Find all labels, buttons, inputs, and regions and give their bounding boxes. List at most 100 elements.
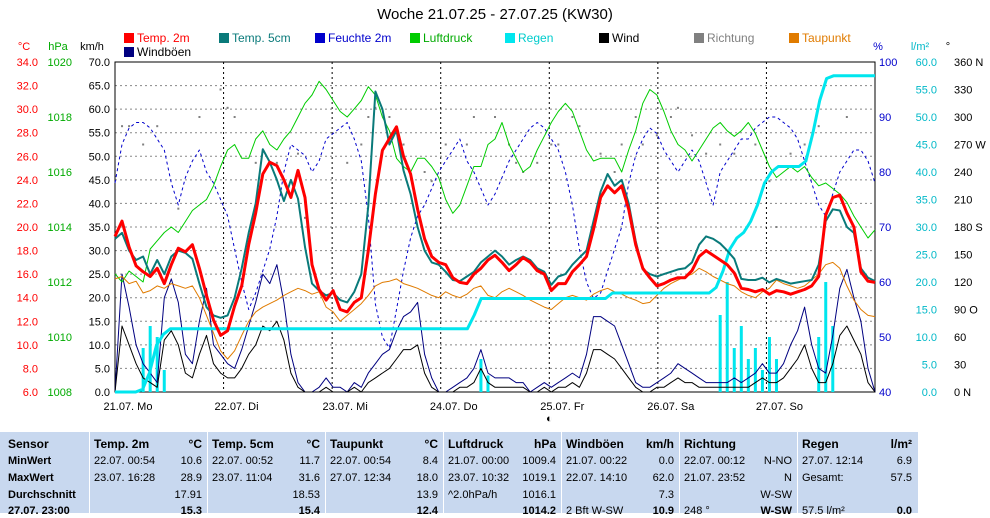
tick-label-rain: 50.0 — [916, 112, 937, 124]
tick-label-humidity: 80 — [879, 167, 891, 179]
tick-label-humidity: 100 — [879, 57, 897, 69]
tick-label-wind: 25.0 — [89, 269, 110, 281]
x-tick-label: 24.07. Do — [430, 401, 478, 413]
tick-label-wind: 20.0 — [89, 293, 110, 305]
rain-bar — [824, 282, 828, 392]
stats-cell-row: 15.3 — [180, 505, 202, 517]
direction-point — [472, 116, 475, 118]
tick-label-humidity: 60 — [879, 277, 891, 289]
direction-point — [571, 116, 574, 118]
stats-column: Richtung 22.07. 00:12 N-NO 21.07. 23:52 N W-S… — [680, 432, 798, 517]
tick-label-rain: 5.0 — [922, 360, 937, 372]
tick-label-wind: 55.0 — [89, 128, 110, 140]
stats-cell-row: 18.53 — [292, 489, 320, 501]
series-temp-2m — [113, 125, 876, 337]
direction-point — [655, 134, 658, 137]
tick-label-rain: 0.0 — [922, 387, 937, 399]
stats-table: Sensor MinWert MaxWert Durchschnitt 27.07. 2… — [0, 432, 918, 517]
tick-label-direction: 150 — [954, 250, 972, 262]
direction-point — [669, 116, 672, 118]
stats-cell-row: Windböen km/h — [566, 437, 674, 451]
direction-point — [733, 152, 736, 155]
stats-cell-row: 1014.2 — [522, 505, 556, 517]
tick-label-wind: 30.0 — [89, 246, 110, 258]
direction-point — [536, 161, 539, 164]
moon-phase-icon: ◐ — [546, 413, 553, 425]
tick-label-pressure: 1008 — [48, 387, 72, 399]
tick-label-humidity: 90 — [879, 112, 891, 124]
tick-label-temp: 26.0 — [17, 151, 38, 163]
stats-cell-row: 12.4 — [416, 505, 438, 517]
row-label: 27.07. 23:00 — [8, 505, 70, 517]
tick-label-temp: 18.0 — [17, 246, 38, 258]
stats-cell-row: 22.07. 00:12 N-NO — [684, 455, 792, 467]
stats-cell-row: 21.07. 00:00 1009.4 — [448, 455, 556, 467]
tick-label-pressure: 1010 — [48, 332, 72, 344]
tick-label-wind: 65.0 — [89, 81, 110, 93]
stats-cell-row: Regen l/m² — [802, 437, 912, 451]
x-tick-label: 25.07. Fr — [540, 401, 584, 413]
tick-label-temp: 20.0 — [17, 222, 38, 234]
direction-point — [128, 125, 131, 128]
x-tick-label: 21.07. Mo — [104, 401, 153, 413]
stats-column: Temp. 2m °C 22.07. 00:54 10.6 23.07. 16:28 28… — [90, 432, 208, 517]
rain-bar — [753, 348, 757, 392]
direction-point — [550, 143, 553, 146]
axis-unit-wind: km/h — [80, 41, 104, 53]
tick-label-direction: 240 — [954, 167, 972, 179]
tick-label-humidity: 40 — [879, 387, 891, 399]
direction-point — [641, 143, 644, 146]
stats-cell-row: ^2.0hPa/h 1016.1 — [448, 489, 556, 501]
tick-label-wind: 15.0 — [89, 316, 110, 328]
rain-bar — [732, 348, 736, 392]
tick-label-wind: 40.0 — [89, 198, 110, 210]
stats-cell-row: 7.3 — [658, 489, 674, 501]
direction-point — [177, 207, 180, 210]
tick-label-rain: 60.0 — [916, 57, 937, 69]
direction-point — [599, 152, 602, 155]
stats-cell-row: Luftdruck hPa — [448, 437, 556, 451]
tick-label-direction: 270 W — [954, 140, 986, 152]
tick-label-direction: 330 — [954, 85, 972, 97]
direction-point — [557, 143, 560, 146]
row-label-column: Sensor MinWert MaxWert Durchschnitt 27.07. 2… — [0, 432, 90, 517]
rain-bar — [774, 359, 778, 392]
direction-point — [613, 171, 616, 173]
tick-label-rain: 10.0 — [916, 332, 937, 344]
tick-label-wind: 10.0 — [89, 340, 110, 352]
tick-label-humidity: 50 — [879, 332, 891, 344]
x-tick-label: 22.07. Di — [215, 401, 259, 413]
grid — [114, 61, 876, 393]
stats-cell-row: Temp. 2m °C — [94, 437, 202, 451]
tick-label-pressure: 1018 — [48, 112, 72, 124]
weather-chart: 34.0 32.0 30.0 28.0 26.0 24.0 22.0 20.0 18.0 16.0… — [17, 41, 987, 425]
row-label: Durchschnitt — [8, 489, 76, 501]
stats-column: Windböen km/h 21.07. 00:22 0.0 22.07. 14:10 6… — [562, 432, 680, 517]
stats-cell-row: 248 ° W-SW — [684, 505, 792, 517]
direction-point — [515, 161, 518, 164]
tick-label-temp: 6.0 — [23, 387, 38, 399]
tick-label-wind: 45.0 — [89, 175, 110, 187]
tick-label-wind: 60.0 — [89, 104, 110, 116]
tick-label-direction: 90 O — [954, 305, 978, 317]
direction-point — [768, 180, 771, 183]
direction-point — [705, 152, 708, 155]
rain-bar — [162, 370, 166, 392]
axis-unit-humidity: % — [873, 41, 883, 53]
direction-point — [296, 152, 299, 155]
direction-point — [423, 171, 426, 173]
tick-label-direction: 0 N — [954, 387, 971, 399]
direction-point — [346, 161, 349, 164]
axis-unit-direction: ° — [946, 41, 950, 53]
stats-cell-row: 17.91 — [174, 489, 202, 501]
tick-label-wind: 0.0 — [95, 387, 110, 399]
tick-label-humidity: 70 — [879, 222, 891, 234]
row-label: MaxWert — [8, 472, 54, 484]
tick-label-direction: 60 — [954, 332, 966, 344]
direction-point — [691, 134, 694, 137]
tick-label-wind: 50.0 — [89, 151, 110, 163]
tick-label-direction: 210 — [954, 195, 972, 207]
tick-label-rain: 15.0 — [916, 305, 937, 317]
tick-label-wind: 5.0 — [95, 363, 110, 375]
x-axis-labels: 21.07. Mo 22.07. Di 23.07. Mi 24.07. Do 25.0… — [104, 401, 803, 425]
